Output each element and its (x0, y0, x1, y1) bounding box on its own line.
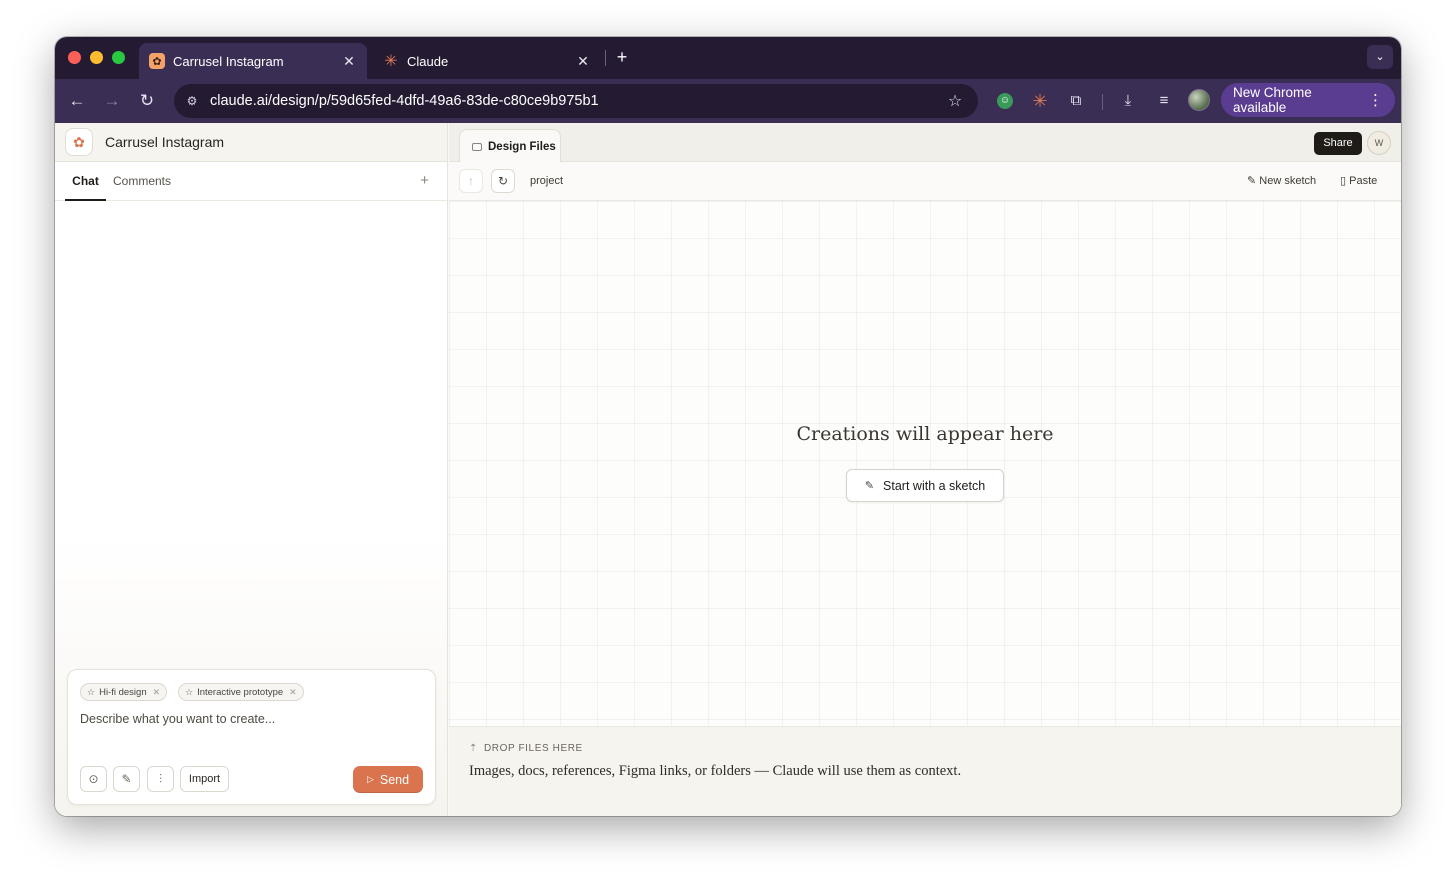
breadcrumb[interactable]: project (530, 162, 563, 201)
empty-state-title: Creations will appear here (796, 423, 1054, 445)
reload-button[interactable]: ↻ (135, 89, 159, 113)
browser-tab-claude[interactable]: ✳ Claude ✕ (373, 43, 601, 79)
maximize-window-button[interactable] (112, 51, 125, 64)
design-panel: Design Files Share W ↑ ↻ project ✎ New s… (449, 123, 1401, 816)
send-label: Send (379, 772, 410, 787)
download-icon[interactable]: ⤓ (1117, 90, 1139, 112)
bookmark-star-icon[interactable]: ☆ (942, 91, 968, 111)
settings-icon[interactable]: ⊙ (80, 766, 107, 792)
refresh-icon[interactable]: ↻ (491, 169, 515, 193)
browser-toolbar: ← → ↻ ⚙ claude.ai/design/p/59d65fed-4dfd… (55, 79, 1401, 123)
paste-label: Paste (1349, 175, 1378, 187)
import-button[interactable]: Import (180, 766, 229, 792)
panel-tabs: Chat Comments + (55, 162, 447, 201)
new-sketch-button[interactable]: ✎ New sketch (1247, 162, 1316, 201)
tab-comments[interactable]: Comments (113, 162, 171, 201)
up-arrow-icon[interactable]: ↑ (459, 169, 483, 193)
project-title: Carrusel Instagram (105, 134, 225, 150)
upload-icon: ⇡ (469, 743, 478, 754)
remove-chip-icon[interactable]: ✕ (289, 687, 297, 698)
tab-chat[interactable]: Chat (65, 162, 106, 201)
project-header: ✿ Carrusel Instagram (55, 123, 447, 162)
close-window-button[interactable] (68, 51, 81, 64)
pen-icon: ✎ (864, 480, 875, 492)
tab-divider (605, 50, 606, 66)
pen-icon: ✎ (1247, 175, 1257, 187)
site-settings-icon[interactable]: ⚙ (182, 94, 202, 108)
new-tab-button[interactable]: + (613, 46, 631, 68)
profile-avatar[interactable] (1188, 89, 1210, 111)
claude-extension-icon[interactable]: ✳ (1029, 90, 1051, 112)
folder-icon (472, 142, 482, 151)
add-tab-icon[interactable]: + (420, 172, 429, 189)
clipboard-icon: ▯ (1340, 175, 1347, 187)
back-button[interactable]: ← (65, 89, 89, 113)
forward-button[interactable]: → (100, 89, 124, 113)
send-icon: ▷ (366, 774, 374, 784)
url-text[interactable]: claude.ai/design/p/59d65fed-4dfd-49a6-83… (210, 93, 942, 109)
chat-panel: ✿ Carrusel Instagram Chat Comments + ☆ H… (55, 123, 448, 816)
paste-button[interactable]: ▯ Paste (1340, 162, 1377, 201)
browser-window: ✿ Carrusel Instagram ✕ ✳ Claude ✕ + ⌄ ← … (55, 37, 1401, 816)
browser-tab-carrusel[interactable]: ✿ Carrusel Instagram ✕ (139, 43, 367, 79)
chip-label: Interactive prototype (197, 686, 284, 698)
toolbar-separator (1102, 94, 1103, 110)
drop-files-label: ⇡ DROP FILES HERE (469, 743, 583, 754)
app-area: ✿ Carrusel Instagram Chat Comments + ☆ H… (55, 123, 1401, 816)
drop-label-text: DROP FILES HERE (483, 743, 583, 754)
user-avatar[interactable]: W (1367, 131, 1391, 155)
media-controls-icon[interactable]: ≡ (1153, 90, 1175, 112)
chat-composer: ☆ Hi-fi design ✕ ☆ Interactive prototype… (67, 669, 436, 805)
chip-interactive-prototype[interactable]: ☆ Interactive prototype ✕ (178, 683, 304, 701)
tab-search-button[interactable]: ⌄ (1367, 45, 1393, 69)
palette-icon: ✿ (149, 53, 165, 69)
tab-design-files[interactable]: Design Files (459, 129, 561, 163)
palette-icon[interactable]: ✿ (65, 128, 93, 156)
tab-title: Claude (407, 53, 449, 69)
star-icon: ☆ (87, 686, 96, 697)
drop-description: Images, docs, references, Figma links, o… (469, 763, 962, 779)
design-tab-bar: Design Files Share W (449, 123, 1401, 163)
prompt-input[interactable] (80, 712, 420, 726)
send-button[interactable]: ▷ Send (353, 766, 423, 793)
remove-chip-icon[interactable]: ✕ (153, 687, 161, 698)
start-sketch-label: Start with a sketch (883, 478, 986, 493)
address-bar[interactable]: ⚙ claude.ai/design/p/59d65fed-4dfd-49a6-… (174, 84, 978, 118)
minimize-window-button[interactable] (90, 51, 103, 64)
tab-strip: ✿ Carrusel Instagram ✕ ✳ Claude ✕ + ⌄ (55, 37, 1401, 79)
new-sketch-label: New sketch (1259, 175, 1317, 187)
chrome-update-button[interactable]: New Chrome available ⋮ (1221, 83, 1395, 117)
star-icon: ☆ (185, 686, 194, 697)
extension-green-icon[interactable]: ☺ (997, 93, 1013, 109)
chip-hifi-design[interactable]: ☆ Hi-fi design ✕ (80, 683, 168, 701)
path-bar: ↑ ↻ project ✎ New sketch ▯ Paste (449, 162, 1401, 201)
close-tab-icon[interactable]: ✕ (575, 53, 591, 70)
tab-title: Carrusel Instagram (173, 53, 284, 69)
start-sketch-button[interactable]: ✎ Start with a sketch (846, 469, 1004, 502)
close-tab-icon[interactable]: ✕ (341, 53, 357, 70)
puzzle-extensions-icon[interactable]: ⧉ (1065, 90, 1087, 112)
claude-asterisk-icon: ✳ (384, 53, 398, 70)
design-canvas[interactable]: Creations will appear here ✎ Start with … (449, 201, 1401, 726)
chip-label: Hi-fi design (99, 686, 147, 698)
update-label: New Chrome available (1233, 85, 1312, 115)
more-menu-icon[interactable]: ⋮ (1368, 91, 1383, 109)
audio-icon[interactable]: ⫶ (147, 766, 174, 792)
file-drop-zone[interactable]: ⇡ DROP FILES HERE Images, docs, reference… (449, 726, 1401, 816)
attach-icon[interactable]: ✎ (113, 766, 140, 792)
tab-label: Design Files (488, 140, 556, 153)
share-button[interactable]: Share (1314, 132, 1362, 155)
